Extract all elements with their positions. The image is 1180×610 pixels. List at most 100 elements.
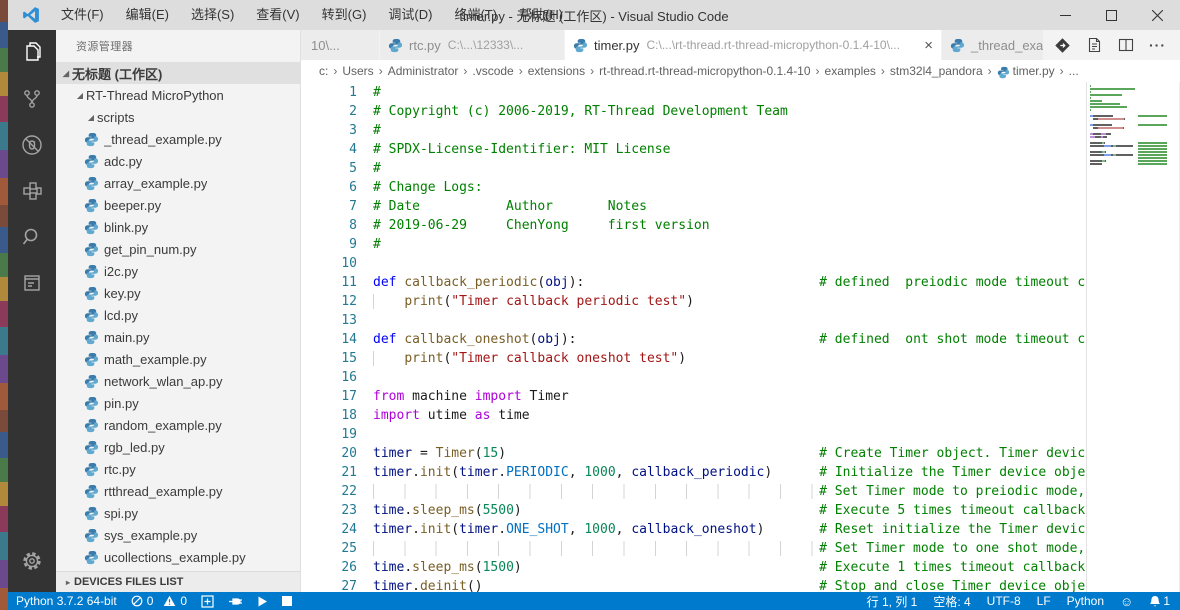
code-line-19[interactable]: 19 xyxy=(301,425,1086,444)
menu-item[interactable]: 终端(T) xyxy=(443,0,508,30)
file-item-rtc.py[interactable]: rtc.py xyxy=(56,458,300,480)
problems-status[interactable]: 0 0 xyxy=(131,594,187,608)
file-item-array_example.py[interactable]: array_example.py xyxy=(56,172,300,194)
code-line-7[interactable]: 7 # Date Author Notes xyxy=(301,197,1086,216)
stop-button[interactable] xyxy=(282,596,293,606)
code-line-4[interactable]: 4 # SPDX-License-Identifier: MIT License xyxy=(301,140,1086,159)
code-line-24[interactable]: 24 timer.init(timer.ONE_SHOT, 1000, callb… xyxy=(301,520,1086,539)
breadcrumb-item[interactable]: stm32l4_pandora xyxy=(890,64,983,78)
tab-10...[interactable]: 10\... xyxy=(301,30,380,60)
file-item-key.py[interactable]: key.py xyxy=(56,282,300,304)
code-line-21[interactable]: 21 timer.init(timer.PERIODIC, 1000, callb… xyxy=(301,463,1086,482)
eol-status[interactable]: LF xyxy=(1037,594,1051,608)
file-item-math_example.py[interactable]: math_example.py xyxy=(56,348,300,370)
source-control-icon[interactable] xyxy=(8,76,56,122)
code-line-5[interactable]: 5 # xyxy=(301,159,1086,178)
file-item-i2c.py[interactable]: i2c.py xyxy=(56,260,300,282)
breadcrumb-item[interactable]: extensions xyxy=(528,64,585,78)
debug-icon[interactable] xyxy=(8,122,56,168)
code-line-1[interactable]: 1 # xyxy=(301,83,1086,102)
code-line-18[interactable]: 18 import utime as time xyxy=(301,406,1086,425)
code-line-26[interactable]: 26 time.sleep_ms(1500) # Execute 1 times … xyxy=(301,558,1086,577)
breadcrumb-item[interactable]: .vscode xyxy=(472,64,513,78)
code-line-11[interactable]: 11 def callback_periodic(obj): # defined … xyxy=(301,273,1086,292)
file-item-rtthread_example.py[interactable]: rtthread_example.py xyxy=(56,480,300,502)
menu-item[interactable]: 文件(F) xyxy=(50,0,115,30)
devices-files-list-section[interactable]: ▸ DEVICES FILES LIST xyxy=(56,571,300,592)
python-interpreter-status[interactable]: Python 3.7.2 64-bit xyxy=(16,594,117,608)
file-item-sys_example.py[interactable]: sys_example.py xyxy=(56,524,300,546)
editor[interactable]: 1 #2 # Copyright (c) 2006-2019, RT-Thread … xyxy=(301,82,1180,592)
menu-item[interactable]: 转到(G) xyxy=(311,0,378,30)
code-line-9[interactable]: 9 # xyxy=(301,235,1086,254)
menu-item[interactable]: 查看(V) xyxy=(245,0,310,30)
code-line-6[interactable]: 6 # Change Logs: xyxy=(301,178,1086,197)
download-to-device-button[interactable] xyxy=(201,594,214,608)
breadcrumb-item[interactable]: ... xyxy=(1069,64,1079,78)
cursor-position[interactable]: 行 1, 列 1 xyxy=(867,593,918,610)
maximize-button[interactable] xyxy=(1088,0,1134,30)
breadcrumb-item[interactable]: timer.py xyxy=(997,64,1055,78)
tree-folder-scripts[interactable]: ◢ scripts xyxy=(56,106,300,128)
code-line-16[interactable]: 16 xyxy=(301,368,1086,387)
device-files-icon[interactable] xyxy=(8,260,56,306)
notifications-bell[interactable]: 1 xyxy=(1149,594,1170,608)
code-line-27[interactable]: 27 timer.deinit() # Stop and close Timer … xyxy=(301,577,1086,592)
tree-folder-rtthread[interactable]: ◢ RT-Thread MicroPython xyxy=(56,84,300,106)
code-line-8[interactable]: 8 # 2019-06-29 ChenYong first version xyxy=(301,216,1086,235)
file-item-main.py[interactable]: main.py xyxy=(56,326,300,348)
code-line-14[interactable]: 14 def callback_oneshot(obj): # defined o… xyxy=(301,330,1086,349)
open-preview-icon[interactable] xyxy=(1085,36,1103,54)
code-line-2[interactable]: 2 # Copyright (c) 2006-2019, RT-Thread De… xyxy=(301,102,1086,121)
file-item-network_wlan_ap.py[interactable]: network_wlan_ap.py xyxy=(56,370,300,392)
breadcrumb-item[interactable]: c: xyxy=(319,64,328,78)
menu-item[interactable]: 帮助(H) xyxy=(508,0,574,30)
file-item-get_pin_num.py[interactable]: get_pin_num.py xyxy=(56,238,300,260)
rt-thread-download-icon[interactable] xyxy=(1053,36,1071,54)
file-item-beeper.py[interactable]: beeper.py xyxy=(56,194,300,216)
code-line-22[interactable]: 22 # Set Timer mode to preiodic mode, xyxy=(301,482,1086,501)
menu-item[interactable]: 选择(S) xyxy=(180,0,245,30)
file-item-_thread_example.py[interactable]: _thread_example.py xyxy=(56,128,300,150)
menu-item[interactable]: 编辑(E) xyxy=(115,0,180,30)
code-line-3[interactable]: 3 # xyxy=(301,121,1086,140)
split-editor-icon[interactable] xyxy=(1117,36,1135,54)
settings-gear-icon[interactable] xyxy=(8,538,56,584)
connect-device-button[interactable] xyxy=(228,596,243,607)
language-mode[interactable]: Python xyxy=(1067,594,1104,608)
tab-timer.py[interactable]: timer.py C:\...\rt-thread.rt-thread-micro… xyxy=(565,30,942,60)
file-item-blink.py[interactable]: blink.py xyxy=(56,216,300,238)
file-item-pin.py[interactable]: pin.py xyxy=(56,392,300,414)
tab-close-icon[interactable]: × xyxy=(924,38,933,53)
encoding-status[interactable]: UTF-8 xyxy=(987,594,1021,608)
search-icon[interactable] xyxy=(8,214,56,260)
code-line-12[interactable]: 12 print("Timer callback periodic test") xyxy=(301,292,1086,311)
breadcrumb-item[interactable]: Users xyxy=(342,64,373,78)
file-item-lcd.py[interactable]: lcd.py xyxy=(56,304,300,326)
file-item-rgb_led.py[interactable]: rgb_led.py xyxy=(56,436,300,458)
indentation-status[interactable]: 空格: 4 xyxy=(933,593,970,610)
more-actions-icon[interactable]: ··· xyxy=(1149,37,1166,53)
code-area[interactable]: 1 #2 # Copyright (c) 2006-2019, RT-Thread … xyxy=(301,82,1086,592)
file-item-random_example.py[interactable]: random_example.py xyxy=(56,414,300,436)
breadcrumb-item[interactable]: Administrator xyxy=(388,64,459,78)
code-line-15[interactable]: 15 print("Timer callback oneshot test") xyxy=(301,349,1086,368)
tree-workspace-root[interactable]: ◢ 无标题 (工作区) xyxy=(56,62,300,84)
minimap[interactable] xyxy=(1086,82,1179,592)
breadcrumb-item[interactable]: rt-thread.rt-thread-micropython-0.1.4-10 xyxy=(599,64,810,78)
code-line-23[interactable]: 23 time.sleep_ms(5500) # Execute 5 times … xyxy=(301,501,1086,520)
close-button[interactable] xyxy=(1134,0,1180,30)
tab-rtc.py[interactable]: rtc.py C:\...\12333\... xyxy=(380,30,565,60)
code-line-20[interactable]: 20 timer = Timer(15) # Create Timer objec… xyxy=(301,444,1086,463)
code-line-10[interactable]: 10 xyxy=(301,254,1086,273)
run-button[interactable] xyxy=(257,596,268,607)
code-line-17[interactable]: 17 from machine import Timer xyxy=(301,387,1086,406)
code-line-13[interactable]: 13 xyxy=(301,311,1086,330)
menu-item[interactable]: 调试(D) xyxy=(377,0,443,30)
minimize-button[interactable] xyxy=(1042,0,1088,30)
code-line-25[interactable]: 25 # Set Timer mode to one shot mode, xyxy=(301,539,1086,558)
explorer-icon[interactable] xyxy=(8,30,56,76)
extensions-icon[interactable] xyxy=(8,168,56,214)
file-item-ucollections_example.py[interactable]: ucollections_example.py xyxy=(56,546,300,568)
file-item-adc.py[interactable]: adc.py xyxy=(56,150,300,172)
